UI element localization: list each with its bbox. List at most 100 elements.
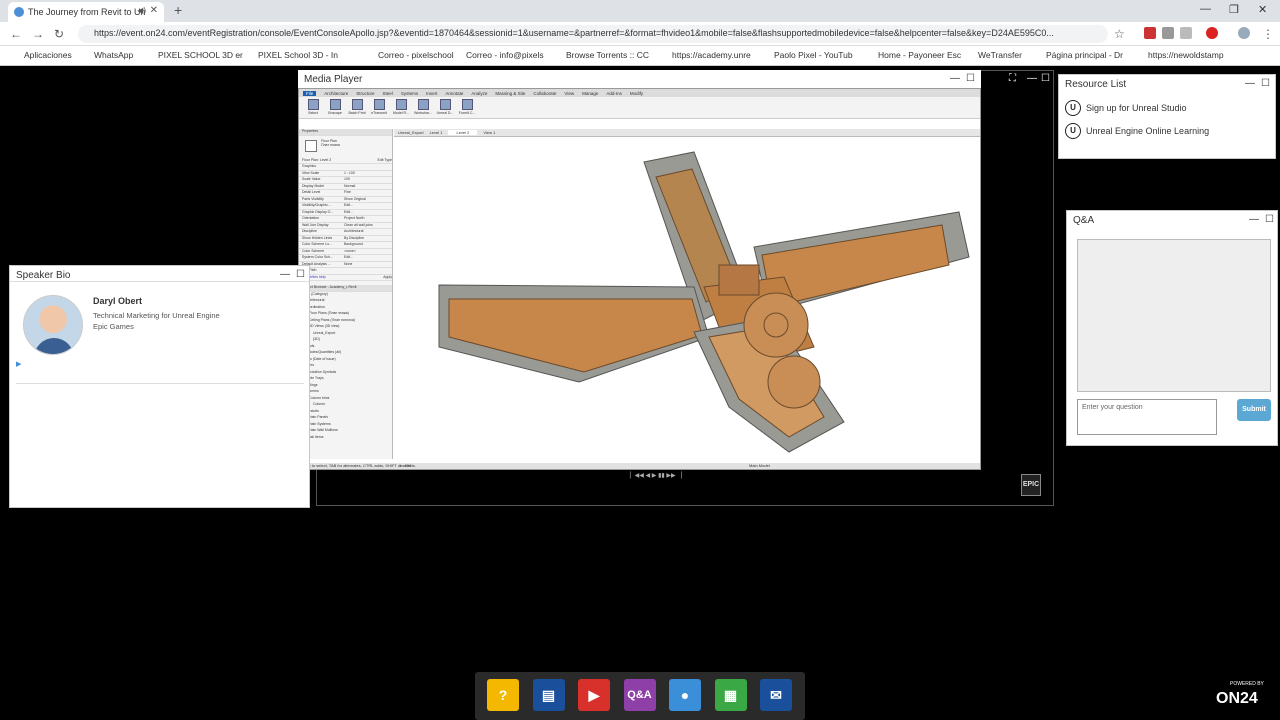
close-window-icon[interactable]: ✕ (1258, 3, 1267, 16)
revit-menu-item: Structure (356, 90, 375, 96)
bookmark-item[interactable]: Home - Payoneer Esc (866, 50, 961, 60)
expand-arrow-icon[interactable]: ▶ (16, 360, 21, 368)
speaker-bio-title: Speaker Bio (16, 270, 71, 281)
minimize-icon[interactable]: — (1200, 3, 1211, 15)
bookmark-label: Correo - pixelschool (378, 50, 454, 60)
bookmarks-bar: Aplicaciones WhatsApp PIXEL SCHOOL 3D er PI… (0, 46, 1280, 66)
revit-tool-label: Workshar... (414, 111, 432, 115)
bookmark-star-icon[interactable]: ☆ (1114, 27, 1125, 41)
bookmark-item[interactable]: Paolo Pixel - YouTub (762, 50, 853, 60)
bookmark-item[interactable]: PIXEL SCHOOL 3D er (146, 50, 243, 60)
maximize-icon[interactable]: ❐ (1229, 3, 1239, 16)
revit-tool: Unreal D... (435, 99, 455, 115)
dock-qa-button[interactable]: Q&A (623, 679, 656, 711)
property-name: Show Hidden Lines (302, 235, 333, 240)
bookmark-item[interactable]: https://newoldstamp (1136, 50, 1224, 60)
revit-ribbon: Select Enscape Batch Print eTransmit Model R… (299, 97, 980, 119)
property-value: 1 : 100 (344, 170, 355, 175)
media-player-titlebar[interactable]: Media Player — ☐ (298, 70, 981, 88)
url-field[interactable]: https://event.on24.com/eventRegistration… (78, 25, 1108, 43)
property-name: Graphics (302, 164, 317, 168)
bookmark-item[interactable]: WhatsApp (82, 50, 133, 60)
forward-icon[interactable]: → (32, 27, 44, 41)
epic-games-logo: EPIC (1021, 474, 1041, 496)
question-input[interactable]: Enter your question (1077, 399, 1217, 435)
resource-item[interactable]: U Unreal Engine Online Learning (1065, 123, 1209, 139)
resource-item[interactable]: U Sign up for Unreal Studio (1065, 100, 1187, 116)
reload-icon[interactable]: ↻ (54, 27, 64, 41)
tab-close-icon[interactable]: ✕ (150, 5, 158, 16)
dock-media-button[interactable]: ▶ (578, 679, 610, 711)
property-name: Color Scheme Lo... (302, 242, 332, 246)
bookmark-label: https://newoldstamp (1148, 50, 1224, 60)
bookmark-label: https://academy.unre (672, 50, 751, 60)
bookmark-item[interactable]: Correo - info@pixels (454, 50, 544, 60)
dock-resources-button[interactable]: ▦ (714, 679, 747, 711)
property-name: Scale Value (302, 177, 321, 181)
playback-controls[interactable]: ▏◀◀ ◀ ▶ ▮▮ ▶▶ ▕ (630, 472, 682, 479)
bookmark-item[interactable]: WeTransfer (966, 50, 1022, 60)
bookmark-item[interactable]: Página principal - Dr (1034, 50, 1123, 60)
property-name: Display Model (302, 183, 324, 188)
bookmark-item[interactable]: https://academy.unre (660, 50, 751, 60)
bookmark-item[interactable]: Correo - pixelschool (366, 50, 454, 60)
qa-minimize-icon[interactable]: — (1249, 214, 1259, 225)
video-maximize-icon[interactable]: ☐ (1041, 73, 1050, 84)
pinterest-icon[interactable] (1206, 27, 1218, 39)
bookmark-favicon-icon (146, 51, 155, 60)
dock-speaker-button[interactable]: ● (669, 679, 701, 711)
speaker-bio-minimize-icon[interactable]: — (280, 269, 290, 280)
qa-maximize-icon[interactable]: ☐ (1265, 214, 1274, 225)
new-tab-button[interactable]: + (174, 2, 182, 18)
menu-dots-icon[interactable]: ⋮ (1262, 27, 1274, 41)
bookmark-item[interactable]: Browse Torrents :: CC (554, 50, 649, 60)
revit-tool: FormIt C... (457, 99, 477, 115)
property-name: Discipline (302, 229, 317, 233)
revit-tool-label: Enscape (328, 111, 342, 115)
dock-chat-button[interactable]: ✉ (760, 679, 792, 711)
resource-list-maximize-icon[interactable]: ☐ (1261, 78, 1270, 89)
submit-button[interactable]: Submit (1237, 399, 1271, 421)
speaker-bio-maximize-icon[interactable]: ☐ (296, 269, 305, 280)
video-controls[interactable]: ▏◀◀ ◀ ▶ ▮▮ ▶▶ ▕ (330, 472, 1030, 482)
back-icon[interactable]: ← (10, 27, 22, 41)
unreal-engine-icon: U (1065, 123, 1081, 139)
revit-menu-item: Add-Ins (606, 90, 622, 96)
extension-icon[interactable] (1144, 27, 1156, 39)
browser-tabbar: The Journey from Revit to Un ◀) ✕ + — ❐ … (0, 0, 1280, 22)
tab-audio-icon[interactable]: ◀) (137, 6, 146, 15)
extension-icon[interactable] (1180, 27, 1192, 39)
media-player-maximize-icon[interactable]: ☐ (966, 73, 975, 84)
revit-tool-label: Batch Print (348, 111, 366, 115)
property-name: Detail Level (302, 190, 321, 194)
property-name: Color Scheme (302, 248, 325, 253)
revit-menu-item: Steel (382, 90, 393, 96)
revit-tool-icon (439, 99, 451, 110)
property-name: Graphic Display O... (302, 209, 334, 214)
property-value: By Discipline (344, 235, 365, 240)
media-player-minimize-icon[interactable]: — (950, 73, 960, 84)
console-dock: ? ▤ ▶ Q&A ● ▦ ✉ (475, 672, 805, 720)
resource-list-minimize-icon[interactable]: — (1245, 78, 1255, 89)
bookmark-item[interactable]: PIXEL School 3D - In (246, 50, 338, 60)
bookmark-favicon-icon (82, 51, 91, 60)
extension-icon[interactable] (1162, 27, 1174, 39)
speaker-bio-titlebar[interactable]: Speaker Bio — ☐ (10, 266, 309, 282)
revit-video-frame[interactable]: File Architecture Structure Steel Systems Ins… (298, 88, 981, 470)
video-minimize-icon[interactable]: — (1027, 73, 1037, 84)
revit-tool-label: eTransmit (371, 111, 387, 115)
question-placeholder: Enter your question (1082, 404, 1143, 411)
resource-item-label: Sign up for Unreal Studio (1086, 103, 1187, 113)
bookmark-favicon-icon (12, 51, 21, 60)
revit-tool-icon (417, 99, 429, 110)
revit-tool-label: FormIt C... (458, 111, 476, 115)
on24-brand: ON24 (1216, 690, 1258, 707)
profile-avatar[interactable] (1238, 27, 1250, 39)
fullscreen-icon[interactable]: ⛶ (1009, 73, 1016, 84)
browser-tree-item: Detail Items (305, 434, 324, 439)
browser-tab[interactable]: The Journey from Revit to Un ◀) ✕ (8, 2, 164, 22)
dock-help-button[interactable]: ? (487, 679, 519, 711)
revit-tool-label: Unreal D... (436, 111, 454, 115)
bookmark-item[interactable]: Aplicaciones (12, 50, 72, 60)
dock-slides-button[interactable]: ▤ (532, 679, 565, 711)
